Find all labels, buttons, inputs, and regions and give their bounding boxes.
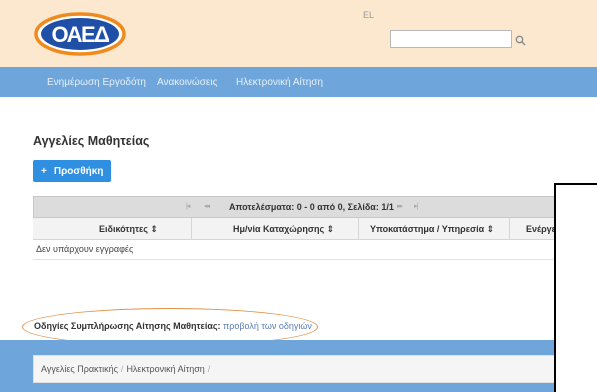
overlay-panel — [554, 183, 597, 392]
breadcrumb: Αγγελίες Πρακτικής / Ηλεκτρονική Αίτηση / — [33, 355, 563, 383]
empty-table-message: Δεν υπάρχουν εγγραφές — [36, 244, 134, 254]
first-page-button[interactable]: |◂ — [186, 202, 190, 210]
nav-employer-info[interactable]: Ενημέρωση Εργοδότη — [47, 77, 146, 88]
add-button[interactable]: + Προσθήκη — [33, 160, 111, 182]
column-divider — [191, 218, 192, 239]
last-page-button[interactable]: ▸| — [414, 202, 418, 210]
breadcrumb-internships[interactable]: Αγγελίες Πρακτικής — [41, 364, 118, 374]
column-divider — [509, 218, 510, 239]
nav-online-application[interactable]: Ηλεκτρονική Αίτηση — [236, 77, 323, 88]
nav-announcements[interactable]: Ανακοινώσεις — [157, 77, 217, 88]
column-header-date[interactable]: Ημ/νία Καταχώρησης ⇕ — [233, 224, 334, 235]
language-selector[interactable]: EL — [363, 10, 374, 20]
page-title: Αγγελίες Μαθητείας — [33, 134, 150, 148]
breadcrumb-separator: / — [207, 364, 211, 374]
pager-results-text: Αποτελέσματα: 0 - 0 από 0, Σελίδα: 1/1 — [229, 202, 394, 212]
plus-icon: + — [41, 165, 47, 177]
oaed-logo[interactable]: ΟΑΕΔ — [33, 11, 127, 57]
table-header-row: Ειδικότητες ⇕ Ημ/νία Καταχώρησης ⇕ Υποκα… — [33, 218, 567, 240]
column-divider — [358, 218, 359, 239]
table-pager: |◂ ◂◂ Αποτελέσματα: 0 - 0 από 0, Σελίδα:… — [33, 196, 563, 218]
search-input[interactable] — [390, 30, 512, 48]
table-row: Δεν υπάρχουν εγγραφές — [33, 239, 563, 260]
column-header-specialties[interactable]: Ειδικότητες ⇕ — [99, 224, 158, 235]
column-header-branch[interactable]: Υποκατάστημα / Υπηρεσία ⇕ — [370, 224, 494, 235]
next-page-button[interactable]: ▸▸ — [397, 202, 403, 210]
breadcrumb-separator: / — [120, 364, 124, 374]
search-icon[interactable] — [515, 35, 526, 46]
add-button-label: Προσθήκη — [53, 165, 104, 177]
prev-page-button[interactable]: ◂◂ — [204, 202, 210, 210]
breadcrumb-online-application[interactable]: Ηλεκτρονική Αίτηση — [126, 364, 204, 374]
logo-text: ΟΑΕΔ — [52, 22, 110, 47]
